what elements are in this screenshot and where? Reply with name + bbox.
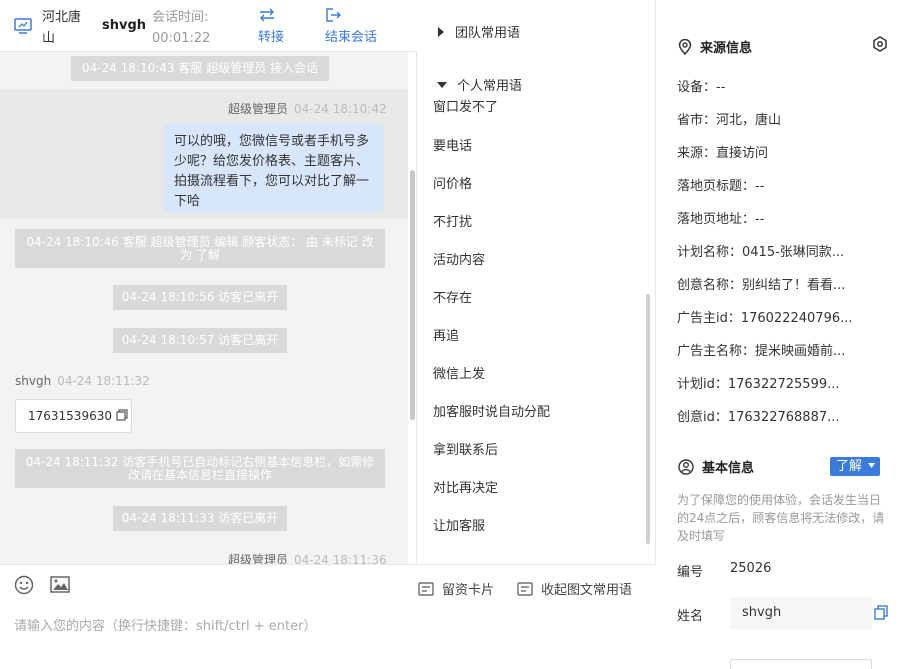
number-label: 编号 (677, 565, 704, 580)
phrase-item[interactable]: 活动内容 (433, 249, 485, 268)
lead-card-label: 留资卡片 (442, 583, 495, 598)
visitor-message-bubble: 17631539630 (15, 399, 132, 433)
caret-right-icon (438, 26, 444, 37)
exit-icon (326, 8, 341, 22)
message-icon (517, 581, 533, 596)
agent-name: 超级管理员 (228, 553, 289, 564)
source-info-label: 来源信息 (700, 41, 753, 56)
transfer-button[interactable]: 转接 (258, 6, 284, 48)
monitor-icon (14, 18, 32, 34)
info-creative-name: 创意名称：别纠结了！看看... (677, 278, 846, 293)
agent-message-meta: 超级管理员 04-24 18:10:42 (228, 100, 387, 117)
next-field[interactable] (730, 659, 872, 669)
customer-status-dropdown[interactable]: 了解 (830, 457, 880, 476)
visitor-info-panel: 来源信息 设备：-- 省市：河北，唐山 来源：直接访问 落地页标题：-- 落地页… (656, 0, 911, 669)
session-time: 会话时间: 00:01:22 (152, 7, 232, 49)
caret-down-icon (868, 463, 876, 468)
phrase-item[interactable]: 不打扰 (433, 211, 472, 230)
agent-message-time: 04-24 18:11:36 (294, 553, 387, 564)
phrases-scrollbar[interactable] (646, 294, 650, 544)
card-icon (418, 581, 434, 596)
phrase-item[interactable]: 窗口发不了 (433, 96, 498, 115)
info-plan-name: 计划名称：0415-张琳同款... (677, 245, 845, 260)
phrase-item[interactable]: 对比再决定 (433, 477, 498, 496)
message-input[interactable]: 请输入您的内容（换行快捷键：shift/ctrl + enter） (14, 615, 317, 634)
visitor-location: 河北唐山 (42, 10, 82, 46)
agent-message-time: 04-24 18:10:42 (294, 102, 387, 116)
caret-down-icon (437, 81, 447, 88)
collapse-phrases-button[interactable]: 收起图文常用语 (517, 579, 632, 598)
personal-phrases-group[interactable]: 个人常用语 (437, 75, 522, 94)
system-message: 04-24 18:10:56 访客已离开 (113, 285, 287, 310)
settings-icon[interactable] (872, 36, 888, 52)
session-time-label: 会话时间: (152, 10, 209, 25)
basic-info-title: 基本信息 (678, 457, 754, 476)
agent-message-bubble: 可以的哦，您微信号或者手机号多少呢？给您发价格表、主题客片、拍摄流程看下，您可以… (164, 124, 384, 212)
info-creative-id: 创意id：176322768887... (677, 410, 840, 425)
visitor-message-meta: shvgh 04-24 18:11:32 (15, 374, 150, 388)
phrase-item[interactable]: 要电话 (433, 135, 472, 154)
transfer-icon (260, 8, 274, 22)
user-circle-icon (678, 458, 694, 475)
basic-info-label: 基本信息 (702, 461, 755, 476)
system-message: 04-24 18:11:32 访客手机号已自动标记右侧基本信息栏，如需修改请在基… (15, 449, 385, 488)
transfer-label: 转接 (258, 30, 285, 45)
end-session-button[interactable]: 结束会话 (325, 6, 377, 48)
visitor-msg-name: shvgh (15, 374, 52, 388)
info-province: 省市：河北，唐山 (677, 113, 782, 128)
number-value: 25026 (730, 561, 772, 576)
customer-status-label: 了解 (836, 459, 863, 474)
system-message: 04-24 18:11:33 访客已离开 (113, 506, 287, 531)
phrase-item[interactable]: 加客服时说自动分配 (433, 401, 550, 420)
collapse-phrases-label: 收起图文常用语 (541, 583, 633, 598)
copy-icon[interactable] (116, 409, 128, 421)
lead-card-button[interactable]: 留资卡片 (418, 579, 494, 598)
source-info-title: 来源信息 (678, 37, 752, 56)
info-advertiser-id: 广告主id：176022240796... (677, 311, 853, 326)
session-time-value: 00:01:22 (152, 31, 211, 46)
system-message: 04-24 18:10:57 访客已离开 (113, 328, 287, 353)
copy-icon[interactable] (874, 605, 888, 620)
agent-message-meta: 超级管理员 04-24 18:11:36 (228, 551, 387, 564)
info-landing-url: 落地页地址：-- (677, 212, 765, 227)
phrases-panel: 团队常用语 个人常用语 窗口发不了 要电话 问价格 不打扰 活动内容 不存在 再… (417, 0, 656, 564)
phrase-item[interactable]: 再追 (433, 325, 459, 344)
info-device: 设备：-- (677, 80, 726, 95)
visitor-name: shvgh (102, 18, 147, 33)
personal-phrases-label: 个人常用语 (457, 79, 523, 94)
composer: 留资卡片 收起图文常用语 请输入您的内容（换行快捷键：shift/ctrl + … (0, 564, 656, 669)
visitor-phone-text: 17631539630 (28, 409, 112, 423)
system-message: 04-24 18:10:46 客服 超级管理员 编辑 顾客状态： 由 未标记 改… (15, 229, 385, 268)
image-icon[interactable] (50, 576, 70, 593)
phrase-item[interactable]: 让加客服 (433, 515, 485, 534)
info-landing-title: 落地页标题：-- (677, 179, 765, 194)
name-label: 姓名 (677, 609, 704, 624)
team-phrases-label: 团队常用语 (455, 26, 521, 41)
phrase-item[interactable]: 问价格 (433, 173, 472, 192)
message-list[interactable]: 04-24 18:10:43 客服 超级管理员 接入会话 超级管理员 04-24 … (0, 52, 408, 564)
phrase-item[interactable]: 拿到联系后 (433, 439, 498, 458)
agent-name: 超级管理员 (228, 102, 289, 116)
message-scrollbar[interactable] (410, 170, 415, 420)
edit-deadline-hint: 为了保障您的使用体验，会话发生当日的24点之后，顾客信息将无法修改，请及时填写 (677, 493, 885, 543)
phrase-item[interactable]: 微信上发 (433, 363, 485, 382)
info-plan-id: 计划id：176322725599... (677, 377, 840, 392)
location-pin-icon (678, 38, 692, 55)
visitor-message-time: 04-24 18:11:32 (57, 374, 150, 388)
info-advertiser-name: 广告主名称：提米映画婚前... (677, 344, 846, 359)
chat-header: 河北唐山 shvgh 会话时间: 00:01:22 转接 结束会话 (0, 0, 417, 52)
phrase-item[interactable]: 不存在 (433, 287, 472, 306)
end-session-label: 结束会话 (325, 30, 378, 45)
system-message: 04-24 18:10:43 客服 超级管理员 接入会话 (71, 56, 329, 81)
team-phrases-group[interactable]: 团队常用语 (437, 22, 520, 41)
name-field[interactable]: shvgh (730, 597, 872, 629)
emoji-icon[interactable] (14, 575, 34, 595)
info-source: 来源：直接访问 (677, 146, 769, 161)
